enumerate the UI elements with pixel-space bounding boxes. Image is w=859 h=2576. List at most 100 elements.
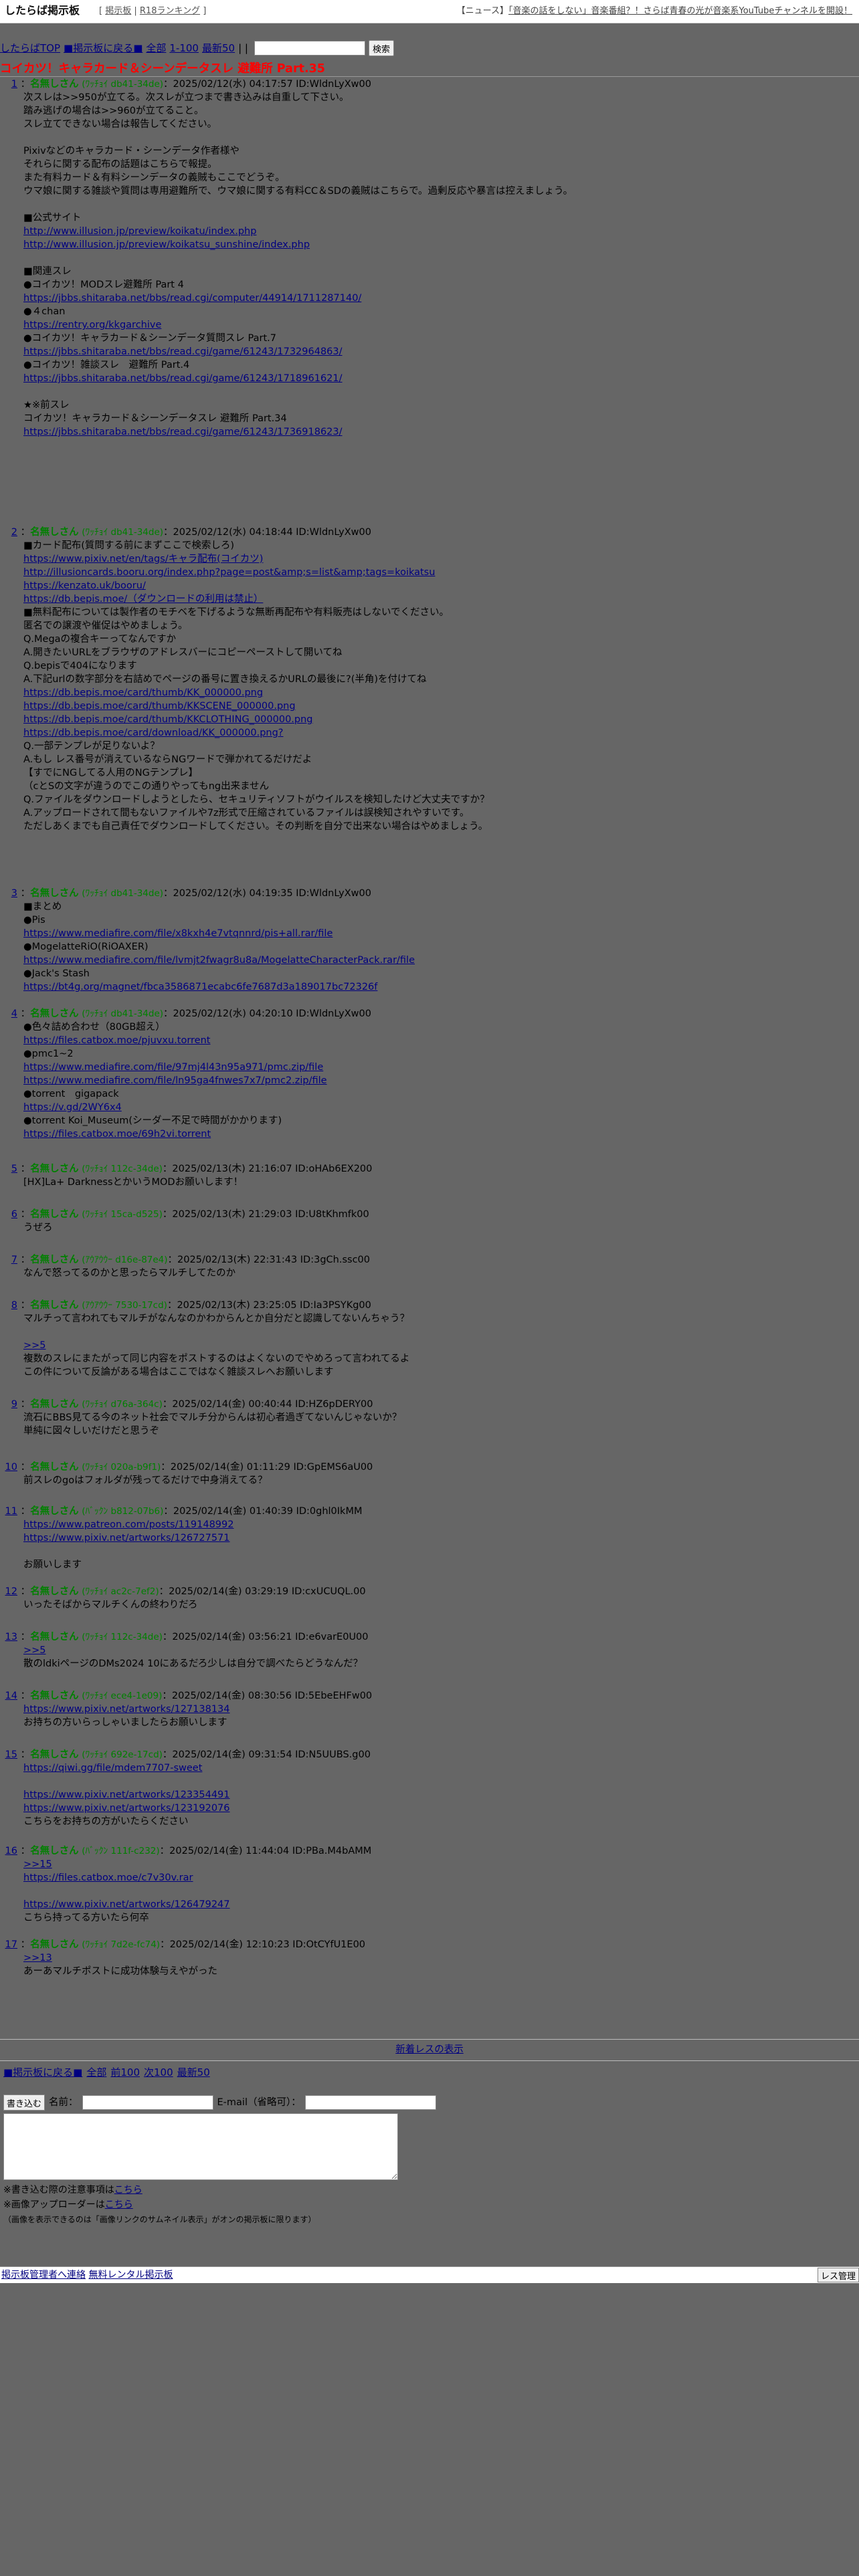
post-number-link[interactable]: 7 (0, 1253, 17, 1267)
post: 14 ：名無しさん (ﾜｯﾁｮｲ ece4-1e09)：2025/02/14(金… (0, 1689, 850, 1729)
post-form-row: 書き込む 名前： E-mail（省略可）： (3, 2095, 436, 2111)
body-textarea[interactable] (3, 2113, 398, 2180)
post-author: 名無しさん (30, 1749, 79, 1760)
post-link[interactable]: https://jbbs.shitaraba.net/bbs/read.cgi/… (23, 372, 850, 385)
form-notes: ※書き込む際の注意事項はこちら ※画像アップローダーはこちら （画像を表示できる… (3, 2183, 316, 2227)
post-number-link[interactable]: 2 (0, 526, 17, 539)
post-number-link[interactable]: 16 (0, 1844, 17, 1858)
post-link[interactable]: https://www.pixiv.net/artworks/126479247 (23, 1898, 850, 1911)
footer-next-link[interactable]: 次100 (144, 2066, 173, 2079)
post-link[interactable]: https://db.bepis.moe/card/thumb/KKSCENE_… (23, 700, 850, 713)
footer-back-link[interactable]: ■掲示板に戻る■ (3, 2066, 82, 2079)
post-author: 名無しさん (30, 1300, 79, 1311)
post-link[interactable]: https://files.catbox.moe/pjuvxu.torrent (23, 1034, 850, 1047)
post-line: うぜろ (23, 1222, 53, 1233)
new-res-link[interactable]: 新着レスの表示 (395, 2044, 464, 2055)
post-line: ●コイカツ！キャラカード＆シーンデータ質問スレ Part.7 (23, 333, 276, 344)
post-link[interactable]: https://www.mediafire.com/file/ln95ga4fn… (23, 1074, 850, 1087)
post-number-link[interactable]: 6 (0, 1208, 17, 1221)
post-link[interactable]: >>13 (23, 1951, 850, 1965)
footer-all-link[interactable]: 全部 (86, 2066, 106, 2079)
post-link[interactable]: https://www.pixiv.net/artworks/123354491 (23, 1788, 850, 1802)
post-number-link[interactable]: 3 (0, 887, 17, 900)
post: 9 ：名無しさん (ﾜｯﾁｮｲ d76a-364c)：2025/02/14(金)… (0, 1398, 850, 1438)
name-input[interactable] (82, 2095, 213, 2110)
divider (0, 76, 859, 77)
post-link[interactable]: https://v.gd/2WY6x4 (23, 1101, 850, 1114)
post-header: 5 ：名無しさん (ﾜｯﾁｮｲ 112c-34de)：2025/02/13(木)… (0, 1162, 850, 1176)
nav-latest-link[interactable]: 最新50 (202, 41, 235, 55)
nav-back-link[interactable]: ■掲示板に戻る■ (64, 41, 142, 55)
post-link[interactable]: https://jbbs.shitaraba.net/bbs/read.cgi/… (23, 425, 850, 439)
top-nav-board-link[interactable]: 掲示板 (105, 6, 131, 16)
rules-link[interactable]: こちら (114, 2185, 142, 2195)
post-number-link[interactable]: 9 (0, 1398, 17, 1411)
post-line: コイカツ！キャラカード＆シーンデータスレ 避難所 Part.34 (23, 413, 287, 424)
post-number-link[interactable]: 10 (0, 1461, 17, 1474)
post-number-link[interactable]: 11 (0, 1505, 17, 1518)
post-link[interactable]: https://www.mediafire.com/file/lvmjt2fwa… (23, 954, 850, 967)
post-link[interactable]: https://jbbs.shitaraba.net/bbs/read.cgi/… (23, 345, 850, 358)
res-manage-button[interactable]: レス管理 (817, 2268, 859, 2282)
post-link[interactable]: https://www.pixiv.net/artworks/123192076 (23, 1802, 850, 1815)
footer-prev-link[interactable]: 前100 (110, 2066, 140, 2079)
post-link[interactable]: https://bt4g.org/magnet/fbca3586871ecabc… (23, 980, 850, 994)
email-input[interactable] (304, 2095, 436, 2110)
post-link[interactable]: https://www.pixiv.net/artworks/127138134 (23, 1703, 850, 1716)
contact-admin-link[interactable]: 掲示板管理者へ連絡 (1, 2270, 86, 2280)
post-link[interactable]: https://kenzato.uk/booru/ (23, 579, 850, 593)
post-link[interactable]: >>5 (23, 1644, 850, 1657)
post-meta: ：2025/02/12(水) 04:20:10 ID:WldnLyXw00 (163, 1008, 371, 1019)
free-board-link[interactable]: 無料レンタル掲示板 (88, 2270, 173, 2280)
post-link[interactable]: https://www.pixiv.net/en/tags/キャラ配布(コイカツ… (23, 552, 850, 566)
post: 4 ：名無しさん (ﾜｯﾁｮｲ db41-34de)：2025/02/12(水)… (0, 1007, 850, 1141)
post-link[interactable]: https://rentry.org/kkgarchive (23, 318, 850, 332)
top-nav-ranking-link[interactable]: R18ランキング (140, 6, 200, 16)
post-number-link[interactable]: 1 (0, 78, 17, 91)
nav-all-link[interactable]: 全部 (146, 41, 166, 55)
post-trip: (ﾜｯﾁｮｲ db41-34de) (82, 1008, 164, 1019)
post-line: この件について反論がある場合はここではなく雑談スレへお願いします (23, 1367, 334, 1378)
footer-nav: ■掲示板に戻る■ 全部 前100 次100 最新50 (3, 2066, 210, 2079)
post-link[interactable]: http://illusioncards.booru.org/index.php… (23, 566, 850, 579)
post-number-link[interactable]: 8 (0, 1299, 17, 1312)
post-link[interactable]: https://db.bepis.moe/card/download/KK_00… (23, 726, 850, 740)
search-button[interactable]: 検索 (368, 40, 394, 56)
post-number-link[interactable]: 4 (0, 1007, 17, 1021)
post-link[interactable]: http://www.illusion.jp/preview/koikatu/i… (23, 225, 850, 238)
post-number-link[interactable]: 5 (0, 1162, 17, 1176)
post-trip: (ﾜｯﾁｮｲ ece4-1e09) (82, 1691, 163, 1701)
footer-latest-link[interactable]: 最新50 (177, 2066, 210, 2079)
submit-button[interactable]: 書き込む (3, 2095, 45, 2111)
post-link[interactable]: https://files.catbox.moe/69h2vi.torrent (23, 1128, 850, 1141)
post-body: https://www.pixiv.net/artworks/127138134… (23, 1703, 850, 1729)
post-number-link[interactable]: 12 (0, 1585, 17, 1598)
post-link[interactable]: https://www.mediafire.com/file/x8kxh4e7v… (23, 927, 850, 940)
post-link[interactable]: https://db.bepis.moe/（ダウンロードの利用は禁止） (23, 593, 850, 606)
post-link[interactable]: https://www.mediafire.com/file/97mj4l43n… (23, 1061, 850, 1074)
post-link[interactable]: https://www.pixiv.net/artworks/126727571 (23, 1531, 850, 1545)
post-author: 名無しさん (30, 527, 79, 538)
post-link[interactable]: https://jbbs.shitaraba.net/bbs/read.cgi/… (23, 292, 850, 305)
post-number-link[interactable]: 13 (0, 1630, 17, 1644)
post-link[interactable]: https://files.catbox.moe/c7v30v.rar (23, 1871, 850, 1885)
news-link[interactable]: 「音楽の話をしない」音楽番組？！さらば青春の光が音楽系YouTubeチャンネルを… (508, 6, 852, 16)
post-header: 9 ：名無しさん (ﾜｯﾁｮｲ d76a-364c)：2025/02/14(金)… (0, 1398, 850, 1411)
post-link[interactable]: >>15 (23, 1858, 850, 1871)
search-input[interactable] (254, 41, 365, 56)
post-link[interactable]: http://www.illusion.jp/preview/koikatsu_… (23, 238, 850, 251)
post-link[interactable]: https://db.bepis.moe/card/thumb/KKCLOTHI… (23, 713, 850, 726)
post-link[interactable]: https://qiwi.gg/file/mdem7707-sweet (23, 1761, 850, 1775)
uploader-link[interactable]: こちら (105, 2199, 133, 2210)
post-number-link[interactable]: 14 (0, 1689, 17, 1703)
post-link[interactable]: >>5 (23, 1339, 850, 1352)
nav-range-link[interactable]: 1-100 (169, 41, 199, 55)
post-link[interactable]: https://db.bepis.moe/card/thumb/KK_00000… (23, 686, 850, 700)
post-link[interactable]: https://www.patreon.com/posts/119148992 (23, 1518, 850, 1531)
nav-top-link[interactable]: したらばTOP (0, 41, 60, 55)
post-body: いったそばからマルチくんの終わりだろ (23, 1598, 850, 1612)
site-logo[interactable]: したらば掲示板 (5, 4, 80, 17)
post-number-link[interactable]: 17 (0, 1938, 17, 1951)
post-number-link[interactable]: 15 (0, 1748, 17, 1761)
post-body: マルチって言われてもマルチがなんなのかわからんとか自分だと認識してないんちゃう？… (23, 1312, 850, 1379)
